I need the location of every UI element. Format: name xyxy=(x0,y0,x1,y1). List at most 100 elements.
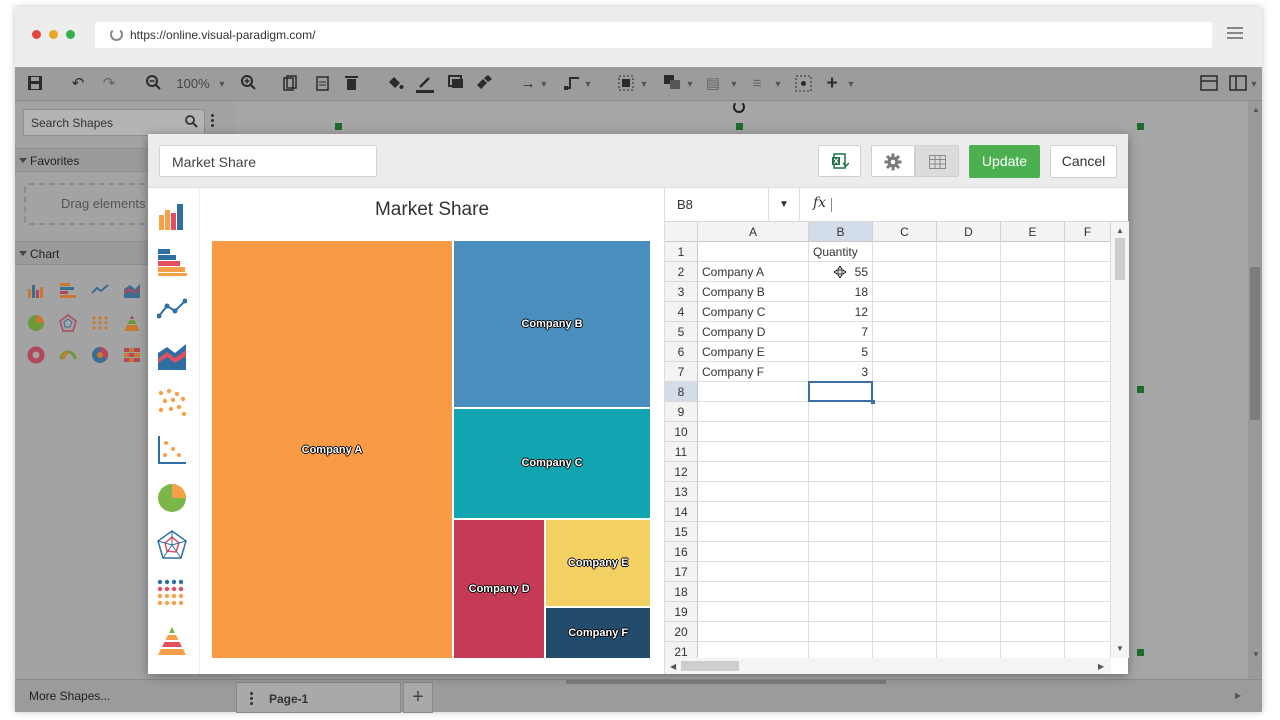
cell-c8[interactable] xyxy=(873,382,937,402)
data-table-button[interactable] xyxy=(915,145,959,177)
cell-f10[interactable] xyxy=(1065,422,1111,442)
cell-a7[interactable]: Company F xyxy=(698,362,809,382)
donut-chart-icon[interactable] xyxy=(27,346,45,364)
cell-f18[interactable] xyxy=(1065,582,1111,602)
selected-cell-outline[interactable] xyxy=(808,381,873,402)
selection-handle[interactable] xyxy=(335,123,342,130)
shape-style-icon[interactable] xyxy=(447,75,463,93)
cell-e4[interactable] xyxy=(1001,302,1065,322)
cell-f4[interactable] xyxy=(1065,302,1111,322)
cell-b10[interactable] xyxy=(809,422,873,442)
cell-c18[interactable] xyxy=(873,582,937,602)
row-header-19[interactable]: 19 xyxy=(665,602,698,622)
cell-d10[interactable] xyxy=(937,422,1001,442)
row-header-4[interactable]: 4 xyxy=(665,302,698,322)
cell-c13[interactable] xyxy=(873,482,937,502)
sheet-scroll-up-icon[interactable]: ▲ xyxy=(1116,226,1124,235)
pie-chart-icon[interactable] xyxy=(157,483,187,513)
cell-d2[interactable] xyxy=(937,262,1001,282)
sidebar-menu-icon[interactable] xyxy=(211,114,214,129)
cell-e16[interactable] xyxy=(1001,542,1065,562)
sheet-grid[interactable]: A B C D E F 1 Quantity 2 Company A 55 3 Company B 18 4… xyxy=(665,222,1111,658)
cell-d16[interactable] xyxy=(937,542,1001,562)
cell-e10[interactable] xyxy=(1001,422,1065,442)
pyramid-chart-icon[interactable] xyxy=(157,626,187,656)
sheet-vertical-scrollbar[interactable] xyxy=(1111,222,1129,658)
cell-a17[interactable] xyxy=(698,562,809,582)
scroll-down-icon[interactable]: ▼ xyxy=(1252,650,1260,659)
cell-d12[interactable] xyxy=(937,462,1001,482)
row-header-21[interactable]: 21 xyxy=(665,642,698,658)
fill-handle[interactable] xyxy=(871,400,875,404)
cell-d4[interactable] xyxy=(937,302,1001,322)
align-icon[interactable]: ▤ xyxy=(705,75,721,93)
save-icon[interactable] xyxy=(27,75,43,93)
sheet-horizontal-scroll-thumb[interactable] xyxy=(681,661,739,671)
dot-matrix-icon[interactable] xyxy=(91,314,109,332)
cell-f20[interactable] xyxy=(1065,622,1111,642)
cell-f14[interactable] xyxy=(1065,502,1111,522)
cell-e19[interactable] xyxy=(1001,602,1065,622)
cell-c7[interactable] xyxy=(873,362,937,382)
cell-b5[interactable]: 7 xyxy=(809,322,873,342)
cell-c14[interactable] xyxy=(873,502,937,522)
row-header-11[interactable]: 11 xyxy=(665,442,698,462)
cell-a10[interactable] xyxy=(698,422,809,442)
cell-reference[interactable]: B8 xyxy=(677,197,693,212)
cell-a8[interactable] xyxy=(698,382,809,402)
cell-d21[interactable] xyxy=(937,642,1001,658)
column-header-d[interactable]: D xyxy=(937,222,1001,242)
cell-f19[interactable] xyxy=(1065,602,1111,622)
cell-f17[interactable] xyxy=(1065,562,1111,582)
panel-toggle-icon[interactable] xyxy=(1199,75,1219,93)
settings-button[interactable] xyxy=(871,145,915,177)
row-header-20[interactable]: 20 xyxy=(665,622,698,642)
page-menu-icon[interactable] xyxy=(250,692,253,705)
cell-e6[interactable] xyxy=(1001,342,1065,362)
cell-e7[interactable] xyxy=(1001,362,1065,382)
treemap-cell-company-e[interactable]: Company E xyxy=(545,519,651,607)
row-header-8[interactable]: 8 xyxy=(665,382,698,402)
sunburst-chart-icon[interactable] xyxy=(91,346,109,364)
cell-c11[interactable] xyxy=(873,442,937,462)
selection-handle[interactable] xyxy=(736,123,743,130)
scroll-up-icon[interactable]: ▲ xyxy=(1252,105,1260,114)
cell-b21[interactable] xyxy=(809,642,873,658)
cell-f21[interactable] xyxy=(1065,642,1111,658)
cell-d13[interactable] xyxy=(937,482,1001,502)
row-header-15[interactable]: 15 xyxy=(665,522,698,542)
column-header-f[interactable]: F xyxy=(1065,222,1111,242)
cell-f2[interactable] xyxy=(1065,262,1111,282)
zoom-caret-icon[interactable]: ▼ xyxy=(217,75,227,93)
rotate-handle-icon[interactable] xyxy=(733,101,745,113)
cell-c6[interactable] xyxy=(873,342,937,362)
dot-plot-icon[interactable] xyxy=(157,577,187,607)
cell-f15[interactable] xyxy=(1065,522,1111,542)
cell-c9[interactable] xyxy=(873,402,937,422)
cell-b17[interactable] xyxy=(809,562,873,582)
cell-f3[interactable] xyxy=(1065,282,1111,302)
update-button[interactable]: Update xyxy=(969,145,1040,178)
arrange-caret-icon[interactable]: ▼ xyxy=(685,75,695,93)
distribute-icon[interactable]: ≡ xyxy=(749,75,765,93)
waypoint-caret-icon[interactable]: ▼ xyxy=(583,75,593,93)
cell-b1[interactable]: Quantity xyxy=(809,242,873,262)
cell-e2[interactable] xyxy=(1001,262,1065,282)
cell-a20[interactable] xyxy=(698,622,809,642)
cell-d11[interactable] xyxy=(937,442,1001,462)
connector-caret-icon[interactable]: ▼ xyxy=(539,75,549,93)
cell-a19[interactable] xyxy=(698,602,809,622)
cell-b7[interactable]: 3 xyxy=(809,362,873,382)
heatmap-chart-icon[interactable] xyxy=(123,346,141,364)
sheet-vertical-scroll-thumb[interactable] xyxy=(1115,238,1125,280)
cell-b6[interactable]: 5 xyxy=(809,342,873,362)
scroll-right-icon[interactable]: ▶ xyxy=(1235,691,1241,700)
sheet-scroll-right-icon[interactable]: ▶ xyxy=(1098,662,1104,671)
cell-d9[interactable] xyxy=(937,402,1001,422)
column-chart-icon[interactable] xyxy=(27,281,45,299)
cell-e5[interactable] xyxy=(1001,322,1065,342)
scatter-chart-icon[interactable] xyxy=(157,388,187,418)
cell-b14[interactable] xyxy=(809,502,873,522)
treemap-cell-company-a[interactable]: Company A xyxy=(211,240,453,659)
cell-b15[interactable] xyxy=(809,522,873,542)
